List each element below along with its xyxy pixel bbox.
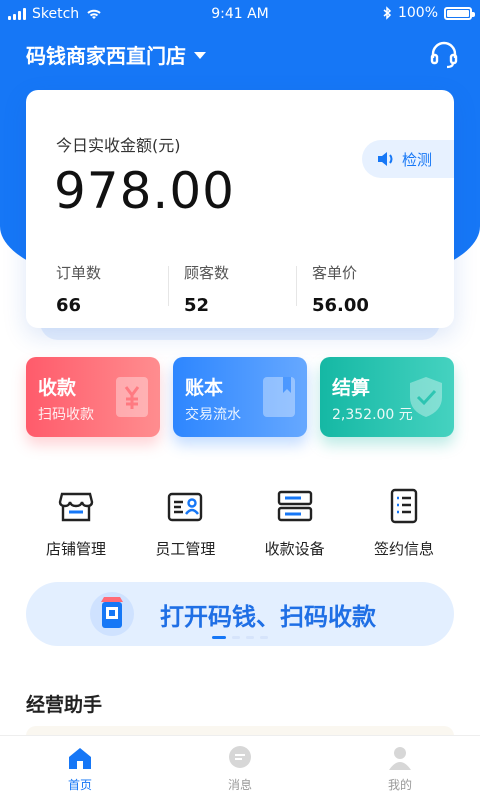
- speaker-icon: [378, 152, 393, 166]
- carousel-dot[interactable]: [246, 636, 254, 639]
- headset-icon[interactable]: [428, 40, 460, 72]
- amount-label: 今日实收金额(元): [56, 136, 181, 155]
- stat-orders: 订单数 66: [56, 262, 168, 316]
- quick-label: 店铺管理: [45, 540, 106, 558]
- yen-tag-icon: [116, 377, 148, 417]
- battery-label: 100%: [397, 5, 438, 21]
- tab-messages[interactable]: 消息: [160, 736, 320, 800]
- message-icon: [229, 745, 251, 768]
- stat-label: 订单数: [56, 264, 102, 282]
- quick-label: 员工管理: [155, 540, 216, 558]
- home-icon: [69, 747, 91, 769]
- store-icon: [58, 492, 94, 522]
- user-icon: [389, 746, 411, 770]
- stat-customers: 顾客数 52: [168, 262, 296, 316]
- action-tiles: 收款 扫码收款 账本 交易流水 结算 2,352.00 元: [26, 357, 454, 437]
- banner-text: 打开码钱、扫码收款: [160, 602, 376, 631]
- amount-value: 978.00: [54, 162, 235, 220]
- store-name: 码钱商家西直门店: [26, 44, 186, 68]
- section-title: 经营助手: [26, 694, 103, 716]
- tab-label: 我的: [387, 777, 412, 792]
- tab-bar: 首页 消息 我的: [0, 735, 480, 800]
- bluetooth-icon: [383, 6, 392, 20]
- store-selector[interactable]: 码钱商家西直门店: [26, 40, 460, 69]
- tile-collect[interactable]: 收款 扫码收款: [26, 357, 160, 437]
- carousel-dot-active[interactable]: [212, 636, 226, 639]
- status-bar: Sketch 9:41 AM 100%: [0, 0, 480, 30]
- tile-ledger[interactable]: 账本 交易流水: [173, 357, 307, 437]
- tile-settlement[interactable]: 结算 2,352.00 元: [320, 357, 454, 437]
- contract-icon: [390, 488, 418, 524]
- tab-label: 首页: [67, 777, 92, 792]
- quick-label: 签约信息: [373, 540, 434, 558]
- stat-value: 52: [184, 295, 210, 316]
- app-header: 码钱商家西直门店: [26, 40, 460, 72]
- stat-label: 客单价: [312, 264, 358, 282]
- quick-staff-management[interactable]: 员工管理: [135, 486, 235, 559]
- stat-label: 顾客数: [184, 264, 230, 282]
- detect-button[interactable]: 检测: [362, 140, 454, 178]
- carousel-dot[interactable]: [232, 636, 240, 639]
- stat-avg-price: 客单价 56.00: [296, 262, 424, 316]
- staff-card-icon: [168, 492, 203, 522]
- quick-store-management[interactable]: 店铺管理: [26, 486, 126, 559]
- qr-stand-icon: [90, 592, 134, 636]
- quick-contract-info[interactable]: 签约信息: [354, 486, 454, 559]
- quick-label: 收款设备: [264, 540, 325, 558]
- battery-icon: [444, 6, 475, 20]
- revenue-summary-card: 今日实收金额(元) 978.00 检测 订单数 66 顾客数 52 客单价 56…: [26, 90, 454, 340]
- device-icon: [277, 490, 312, 522]
- detect-label: 检测: [402, 150, 433, 169]
- quick-payment-device[interactable]: 收款设备: [245, 486, 345, 559]
- book-icon: [263, 377, 295, 417]
- shield-check-icon: [410, 377, 442, 417]
- status-right: 100%: [382, 5, 475, 21]
- caret-down-icon: [194, 52, 206, 59]
- stats-row: 订单数 66 顾客数 52 客单价 56.00: [56, 262, 424, 316]
- tab-home[interactable]: 首页: [0, 736, 160, 800]
- tab-profile[interactable]: 我的: [320, 736, 480, 800]
- tab-label: 消息: [227, 777, 252, 792]
- stat-value: 56.00: [312, 295, 369, 316]
- carousel-dot[interactable]: [260, 636, 268, 639]
- stat-value: 66: [56, 295, 82, 316]
- carousel-dots: [212, 636, 268, 639]
- quick-actions: 店铺管理 员工管理 收款设备 签约信息: [26, 486, 454, 559]
